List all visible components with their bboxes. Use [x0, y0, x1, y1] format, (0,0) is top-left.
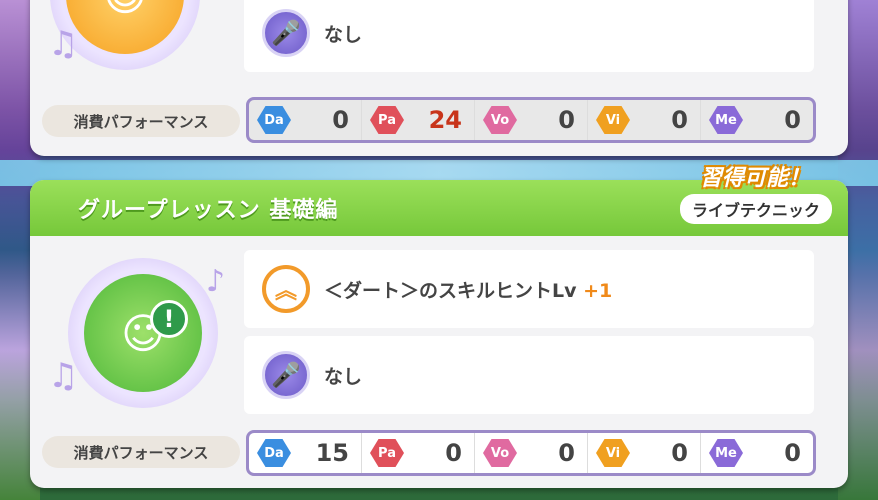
vo-icon: Vo: [483, 106, 517, 134]
lesson-avatar-bottom: ☺ !: [68, 258, 218, 408]
exclamation-icon: !: [150, 300, 188, 338]
stat-value: 0: [558, 106, 575, 134]
lesson-title: グループレッスン 基礎編: [78, 198, 339, 223]
da-icon: Da: [257, 439, 291, 467]
stat-value: 0: [332, 106, 349, 134]
lesson-card-group-basic[interactable]: グループレッスン 基礎編 ライブテクニック ☺ ! ♪ ♫ ︽ ＜ダート＞のスキ…: [30, 180, 848, 488]
music-note-icon: ♫: [48, 356, 79, 396]
stat-me: Me 0: [701, 100, 813, 140]
stat-bar: Da 15 Pa 0 Vo 0 Vi 0 Me 0: [246, 430, 816, 476]
effect-row-hint: ︽ ＜ダート＞のスキルヒントLv +1: [244, 250, 814, 328]
effect-none-text: なし: [324, 23, 363, 46]
cost-label: 消費パフォーマンス: [42, 436, 240, 468]
stat-vi: Vi 0: [588, 433, 701, 473]
stat-value: 15: [315, 439, 349, 467]
pa-icon: Pa: [370, 439, 404, 467]
effect-hint-text: ＜ダート＞のスキルヒントLv +1: [324, 279, 613, 302]
tag-live-technique: ライブテクニック: [679, 194, 832, 224]
stat-vi: Vi 0: [588, 100, 701, 140]
mic-icon: 🎤: [262, 351, 310, 399]
effect-row-none: 🎤 なし: [244, 336, 814, 414]
character-icon: ☺ !: [84, 274, 202, 392]
lesson-card-top[interactable]: ☺ ♫ 🎤 なし 消費パフォーマンス Da 0 Pa 24 Vo 0 Vi 0 …: [30, 0, 848, 156]
effect-row-none: 🎤 なし: [244, 0, 814, 72]
stat-vo: Vo 0: [475, 100, 588, 140]
vi-icon: Vi: [596, 106, 630, 134]
stat-value: 24: [428, 106, 462, 134]
stat-da: Da 0: [249, 100, 362, 140]
stat-value: 0: [784, 439, 801, 467]
stat-pa: Pa 24: [362, 100, 475, 140]
pa-icon: Pa: [370, 106, 404, 134]
cost-label: 消費パフォーマンス: [42, 105, 240, 137]
effect-none-text: なし: [324, 365, 363, 388]
me-icon: Me: [709, 106, 743, 134]
stat-value: 0: [671, 439, 688, 467]
vi-icon: Vi: [596, 439, 630, 467]
music-note-icon: ♪: [206, 264, 226, 299]
stat-da: Da 15: [249, 433, 362, 473]
stat-value: 0: [558, 439, 575, 467]
stat-value: 0: [784, 106, 801, 134]
da-icon: Da: [257, 106, 291, 134]
double-chevron-up-icon: ︽: [262, 265, 310, 313]
stat-me: Me 0: [701, 433, 813, 473]
stat-value: 0: [671, 106, 688, 134]
stat-vo: Vo 0: [475, 433, 588, 473]
mic-icon: 🎤: [262, 9, 310, 57]
vo-icon: Vo: [483, 439, 517, 467]
learnable-badge: 習得可能！: [699, 166, 810, 191]
stat-bar: Da 0 Pa 24 Vo 0 Vi 0 Me 0: [246, 97, 816, 143]
character-icon: ☺: [66, 0, 184, 54]
stat-pa: Pa 0: [362, 433, 475, 473]
effect-hint-plus: +1: [583, 279, 613, 302]
me-icon: Me: [709, 439, 743, 467]
music-note-icon: ♫: [48, 24, 79, 64]
stat-value: 0: [445, 439, 462, 467]
